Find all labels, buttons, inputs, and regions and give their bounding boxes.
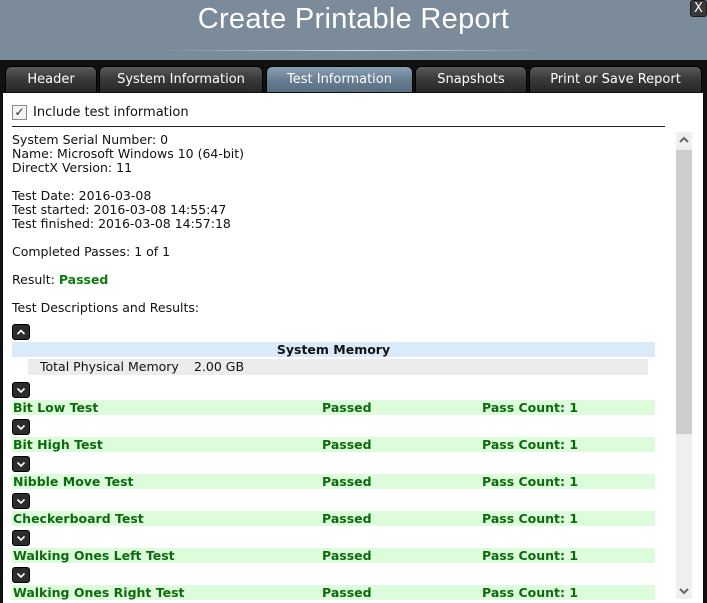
test-name: Walking Ones Right Test xyxy=(13,585,185,600)
close-icon: X xyxy=(694,1,703,16)
test-row: Walking Ones Left Test Passed Pass Count: … xyxy=(12,548,655,563)
test-status: Passed xyxy=(322,474,372,489)
chevron-down-icon xyxy=(16,461,26,468)
title-bar: Create Printable Report xyxy=(0,0,707,60)
test-pass-count: Pass Count: 1 xyxy=(482,474,579,489)
memory-key: Total Physical Memory xyxy=(40,359,179,374)
include-test-information-checkbox[interactable]: ✓ Include test information xyxy=(12,103,189,121)
expand-test-button[interactable] xyxy=(12,567,30,583)
test-name: Nibble Move Test xyxy=(13,474,134,489)
completed-passes: Completed Passes: 1 of 1 xyxy=(12,244,171,259)
tab-test-information[interactable]: Test Information xyxy=(266,66,413,93)
include-test-information-label: Include test information xyxy=(33,104,189,120)
scrollbar-thumb[interactable] xyxy=(676,150,692,434)
close-button[interactable]: X xyxy=(690,0,707,17)
chevron-down-icon xyxy=(16,535,26,542)
chevron-up-icon xyxy=(16,329,26,335)
title-divider xyxy=(155,50,555,51)
chevron-down-icon xyxy=(16,572,26,579)
tab-system-information[interactable]: System Information xyxy=(99,66,263,93)
system-memory-header: System Memory xyxy=(12,342,655,357)
test-row: Nibble Move Test Passed Pass Count: 1 xyxy=(12,474,655,489)
test-pass-count: Pass Count: 1 xyxy=(482,548,579,563)
os-name: Name: Microsoft Windows 10 (64-bit) xyxy=(12,146,245,161)
test-results-list: Bit Low Test Passed Pass Count: 1 Bit High … xyxy=(12,382,672,600)
test-status: Passed xyxy=(322,585,372,600)
result-value: Passed xyxy=(58,272,109,287)
collapse-system-memory-button[interactable] xyxy=(12,324,30,340)
result-label: Result: xyxy=(12,272,59,287)
chevron-down-icon xyxy=(16,498,26,505)
test-pass-count: Pass Count: 1 xyxy=(482,400,579,415)
checkbox-check-icon[interactable]: ✓ xyxy=(12,104,27,120)
scroll-up-button[interactable] xyxy=(676,132,692,148)
test-row: Walking Ones Right Test Passed Pass Count:… xyxy=(12,585,655,600)
test-status: Passed xyxy=(322,548,372,563)
test-name: Bit Low Test xyxy=(13,400,99,415)
memory-row: Total Physical Memory 2.00 GB xyxy=(28,359,648,375)
chevron-down-icon xyxy=(679,588,689,595)
expand-test-button[interactable] xyxy=(12,493,30,509)
expand-test-button[interactable] xyxy=(12,419,30,435)
test-started: Test started: 2016-03-08 14:55:47 xyxy=(12,202,227,217)
test-status: Passed xyxy=(322,437,372,452)
tab-bar: Header System Information Test Informati… xyxy=(0,60,707,93)
chevron-down-icon xyxy=(16,424,26,431)
expand-test-button[interactable] xyxy=(12,456,30,472)
descriptions-heading: Test Descriptions and Results: xyxy=(12,300,200,315)
scroll-down-button[interactable] xyxy=(676,583,692,599)
test-date: Test Date: 2016-03-08 xyxy=(12,188,152,203)
chevron-up-icon xyxy=(679,136,689,143)
expand-test-button[interactable] xyxy=(12,382,30,398)
test-name: Checkerboard Test xyxy=(13,511,144,526)
divider xyxy=(12,126,665,127)
test-pass-count: Pass Count: 1 xyxy=(482,585,579,600)
tab-print-or-save-report[interactable]: Print or Save Report xyxy=(529,66,702,93)
tab-snapshots[interactable]: Snapshots xyxy=(415,66,527,93)
directx-version: DirectX Version: 11 xyxy=(12,160,133,175)
chevron-down-icon xyxy=(16,387,26,394)
test-row: Checkerboard Test Passed Pass Count: 1 xyxy=(12,511,655,526)
window-title: Create Printable Report xyxy=(197,3,510,35)
report-content: System Serial Number: 0 Name: Microsoft … xyxy=(12,131,672,603)
vertical-scrollbar[interactable] xyxy=(676,132,692,599)
result-line: Result: Passed xyxy=(12,273,672,287)
test-name: Bit High Test xyxy=(13,437,103,452)
memory-value: 2.00 GB xyxy=(194,359,245,374)
test-status: Passed xyxy=(322,400,372,415)
test-status: Passed xyxy=(322,511,372,526)
test-row: Bit Low Test Passed Pass Count: 1 xyxy=(12,400,655,415)
serial-number: System Serial Number: 0 xyxy=(12,132,169,147)
test-pass-count: Pass Count: 1 xyxy=(482,511,579,526)
test-row: Bit High Test Passed Pass Count: 1 xyxy=(12,437,655,452)
tab-header[interactable]: Header xyxy=(5,66,97,93)
test-finished: Test finished: 2016-03-08 14:57:18 xyxy=(12,216,231,231)
test-pass-count: Pass Count: 1 xyxy=(482,437,579,452)
expand-test-button[interactable] xyxy=(12,530,30,546)
test-name: Walking Ones Left Test xyxy=(13,548,175,563)
